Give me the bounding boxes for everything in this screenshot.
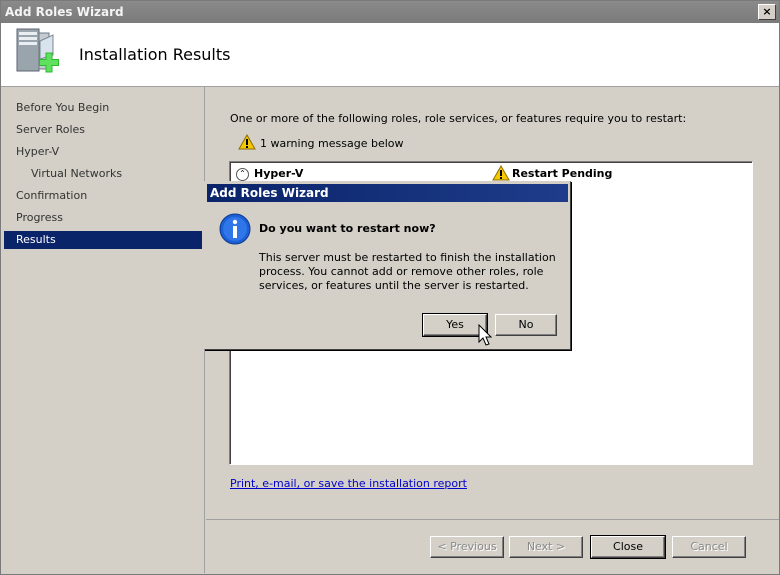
no-button[interactable]: No xyxy=(495,314,557,336)
wizard-header: Installation Results xyxy=(1,23,779,87)
sidebar-item-hyper-v[interactable]: Hyper-V xyxy=(4,143,202,161)
page-title: Installation Results xyxy=(79,45,231,64)
previous-button[interactable]: < Previous xyxy=(430,536,504,558)
sidebar-item-server-roles[interactable]: Server Roles xyxy=(4,121,202,139)
dialog-title: Add Roles Wizard xyxy=(207,184,568,202)
warning-icon xyxy=(238,133,256,150)
warning-icon xyxy=(492,165,510,181)
installation-report-link[interactable]: Print, e-mail, or save the installation … xyxy=(230,477,467,490)
result-role-name: Hyper-V xyxy=(254,167,304,180)
wizard-footer: < Previous Next > Close Cancel xyxy=(206,519,779,574)
server-add-icon xyxy=(16,28,59,73)
restart-intro-text: One or more of the following roles, role… xyxy=(230,112,687,125)
sidebar-item-before-you-begin[interactable]: Before You Begin xyxy=(4,99,202,117)
restart-dialog: Add Roles Wizard Do you want to restart … xyxy=(204,181,571,350)
dialog-message: This server must be restarted to finish … xyxy=(259,251,556,292)
collapse-icon[interactable]: ⌃ xyxy=(236,168,249,181)
sidebar-item-virtual-networks[interactable]: Virtual Networks xyxy=(4,165,202,183)
dialog-question: Do you want to restart now? xyxy=(259,222,436,235)
result-status: Restart Pending xyxy=(512,167,613,180)
close-button[interactable]: Close xyxy=(590,535,666,559)
next-button[interactable]: Next > xyxy=(509,536,583,558)
sidebar-item-progress[interactable]: Progress xyxy=(4,209,202,227)
cancel-button[interactable]: Cancel xyxy=(672,536,746,558)
wizard-steps-sidebar: Before You Begin Server Roles Hyper-V Vi… xyxy=(2,87,205,573)
warning-summary-text: 1 warning message below xyxy=(260,137,404,150)
title-bar: Add Roles Wizard × xyxy=(1,1,779,23)
window-title: Add Roles Wizard xyxy=(5,5,124,19)
close-window-button[interactable]: × xyxy=(758,4,776,20)
sidebar-item-results[interactable]: Results xyxy=(4,231,202,249)
sidebar-item-confirmation[interactable]: Confirmation xyxy=(4,187,202,205)
info-icon xyxy=(219,213,251,245)
mouse-cursor-icon xyxy=(478,324,492,346)
warning-summary: 1 warning message below xyxy=(238,133,404,152)
